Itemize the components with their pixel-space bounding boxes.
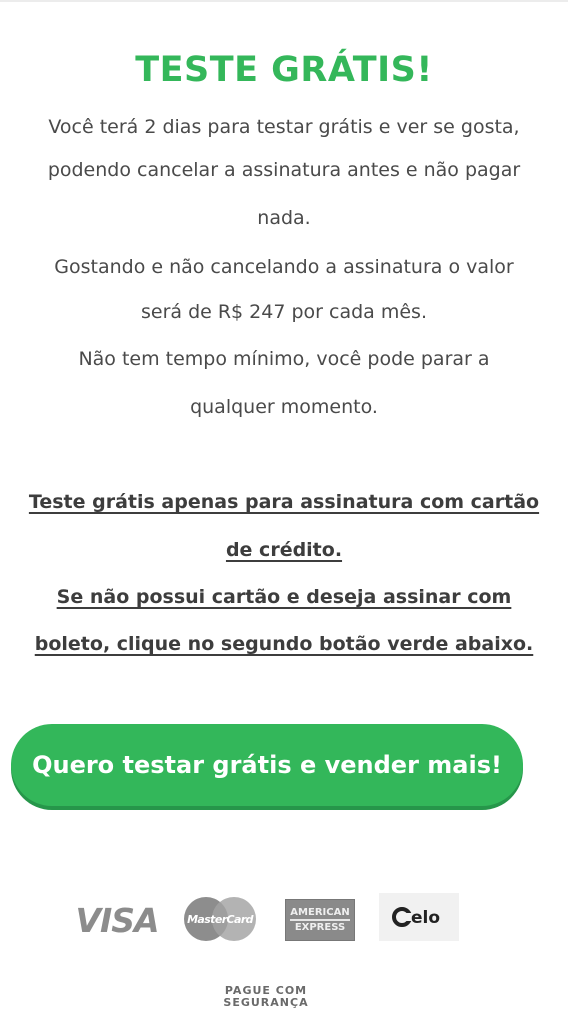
page-title: TESTE GRÁTIS! [135, 50, 433, 90]
mastercard-logo-icon: MasterCard [184, 897, 256, 941]
description-line: Gostando e não cancelando a assinatura o… [54, 256, 514, 278]
boleto-notice: Se não possui cartão e deseja assinar co… [0, 584, 568, 610]
amex-label-top: AMERICAN [290, 907, 350, 918]
card-only-notice: de crédito. [0, 537, 568, 563]
notice-text: Teste grátis apenas para assinatura com … [28, 491, 540, 513]
mastercard-label: MasterCard [187, 913, 254, 926]
description-line: podendo cancelar a assinatura antes e nã… [47, 159, 521, 181]
secure-label-bottom: SEGURANÇA [223, 996, 309, 1009]
description-line: Você terá 2 dias para testar grátis e ve… [48, 116, 520, 138]
description-line: qualquer momento. [190, 396, 378, 418]
notice-text: de crédito. [225, 539, 343, 561]
boleto-notice: boleto, clique no segundo botão verde ab… [0, 631, 568, 657]
card-only-notice: Teste grátis apenas para assinatura com … [0, 489, 568, 515]
start-free-trial-button[interactable]: Quero testar grátis e vender mais! [11, 724, 523, 806]
elo-mark-icon: elo [392, 907, 440, 928]
top-divider [0, 0, 568, 2]
visa-logo-icon: VISA [75, 900, 159, 940]
notice-text: Se não possui cartão e deseja assinar co… [56, 586, 512, 608]
description-line: será de R$ 247 por cada mês. [140, 301, 427, 323]
elo-label: elo [411, 908, 440, 928]
description-line: Não tem tempo mínimo, você pode parar a [78, 348, 490, 370]
elo-logo-icon: elo [379, 893, 459, 941]
amex-logo-icon: AMERICAN EXPRESS [285, 899, 355, 941]
notice-text: boleto, clique no segundo botão verde ab… [34, 633, 534, 655]
amex-label-bottom: EXPRESS [294, 922, 346, 933]
amex-divider [290, 919, 350, 921]
secure-payment-badge: PAGUE COM SEGURANÇA [214, 985, 318, 1009]
description-line: nada. [257, 207, 311, 229]
